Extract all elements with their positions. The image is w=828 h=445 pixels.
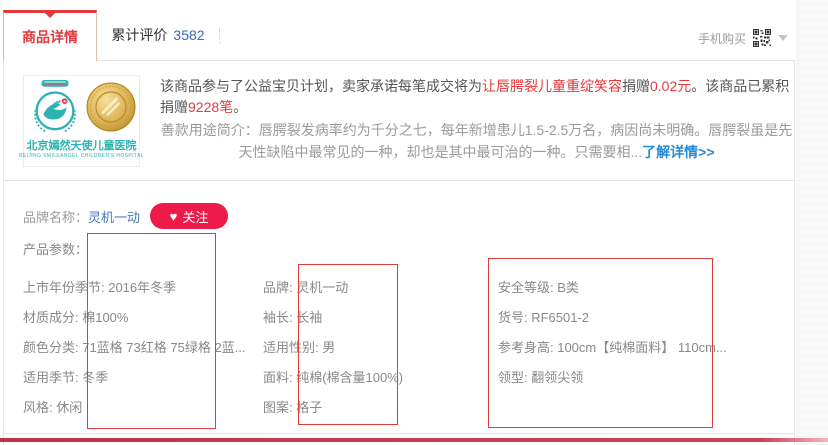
params-title: 产品参数： [23, 240, 88, 260]
reviews-count: 3582 [173, 27, 204, 43]
tab-separator [219, 28, 220, 44]
tab-reviews-label: 累计评价 [111, 25, 167, 45]
hospital-name-en: BEIJING SMILEANGEL CHILDREN'S HOSPITAL [19, 153, 144, 159]
pledge-part2: 捐赠 [622, 78, 650, 94]
annotation-box [298, 264, 398, 425]
heart-icon: ♥ [170, 210, 178, 223]
charity-hospital-logo: 北京嫣然天使儿童医院 BEIJING SMILEANGEL CHILDREN'S… [23, 75, 140, 167]
tab-product-detail[interactable]: 商品详情 [3, 10, 97, 61]
hospital-name-cn: 北京嫣然天使儿童医院 [27, 137, 137, 153]
learn-more-link[interactable]: 了解详情>> [642, 144, 714, 160]
pledge-total-count: 9228笔 [188, 99, 233, 115]
brand-label: 品牌名称： [23, 207, 88, 226]
section-divider [4, 433, 794, 434]
follow-button-label: 关注 [182, 207, 208, 226]
mobile-buy-dropdown[interactable]: 手机购买 [698, 28, 788, 48]
pledge-part1: 该商品参与了公益宝贝计划，卖家承诺每笔成交将为 [160, 78, 482, 94]
chevron-down-icon [778, 35, 788, 41]
pledge-cause: 让唇腭裂儿童重绽笑容 [482, 78, 622, 94]
smile-angel-emblem-icon [27, 79, 83, 135]
gold-medal-icon [85, 81, 137, 133]
page-background-strip [796, 0, 828, 445]
pledge-amount: 0.02元 [650, 78, 691, 94]
logo-images [27, 79, 137, 135]
brand-row: 品牌名称： 灵机一动 ♥ 关注 [23, 203, 140, 229]
tab-reviews[interactable]: 累计评价 3582 [97, 10, 219, 60]
charity-pledge-text: 该商品参与了公益宝贝计划，卖家承诺每笔成交将为让唇腭裂儿童重绽笑容捐赠0.02元… [160, 76, 793, 118]
next-section-top-bar [0, 438, 828, 442]
pledge-part4: 。 [233, 99, 247, 115]
section-divider [4, 180, 794, 181]
annotation-box [488, 258, 713, 428]
tab-product-detail-label: 商品详情 [22, 27, 78, 47]
mobile-buy-label: 手机购买 [698, 30, 746, 47]
qr-code-icon [753, 29, 771, 47]
charity-intro-text: 善款用途简介：唇腭裂发病率约为千分之七，每年新增患儿1.5-2.5万名，病因尚未… [160, 119, 793, 163]
follow-button[interactable]: ♥ 关注 [150, 203, 228, 229]
active-tab-marker-icon [45, 13, 55, 18]
annotation-box [87, 233, 216, 429]
brand-name-link[interactable]: 灵机一动 [88, 207, 140, 226]
